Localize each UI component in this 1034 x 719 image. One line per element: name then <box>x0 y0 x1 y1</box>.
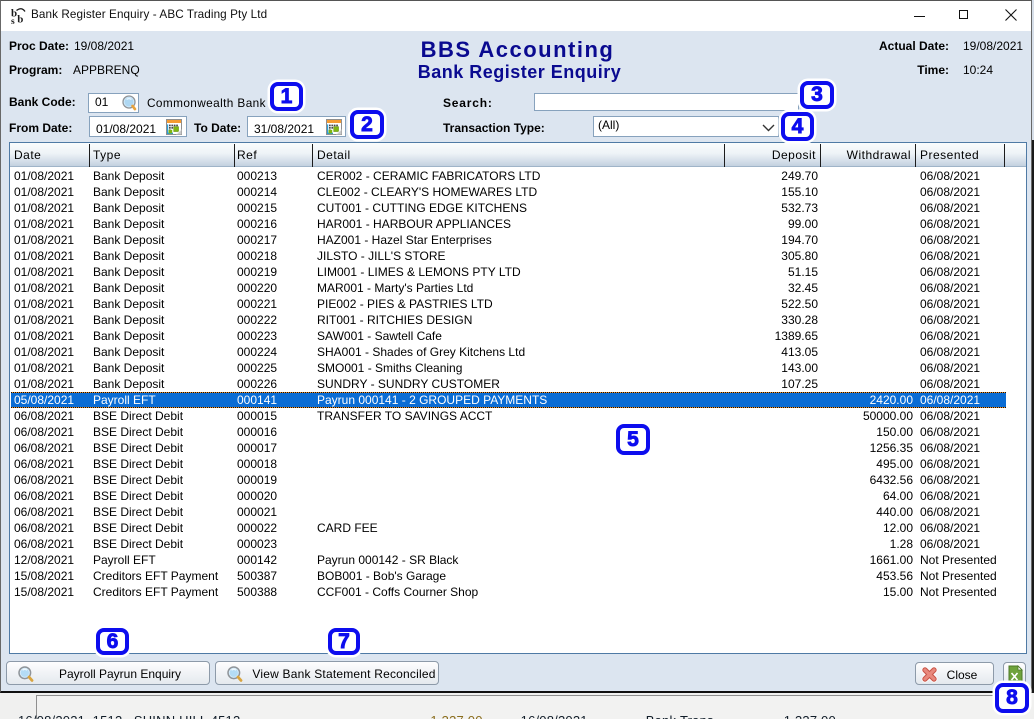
svg-text:b: b <box>17 14 23 26</box>
svg-text:s: s <box>11 17 15 25</box>
